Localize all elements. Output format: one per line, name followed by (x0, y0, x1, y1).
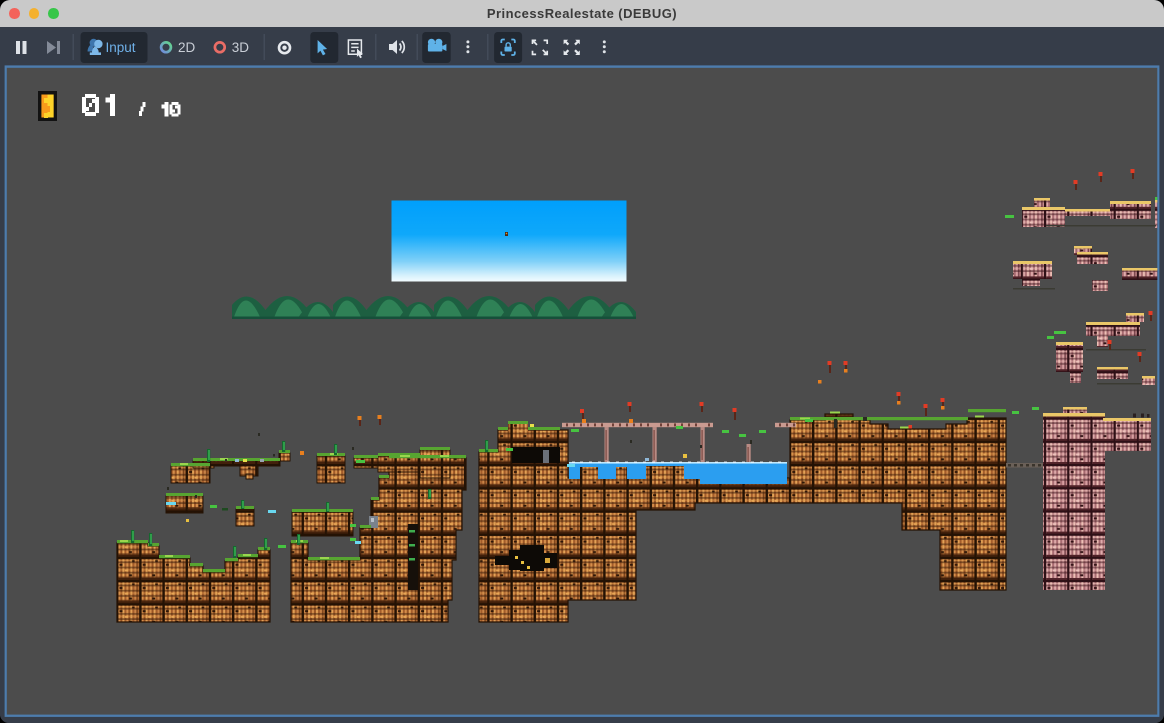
svg-text:3D: 3D (232, 40, 250, 55)
svg-text:2D: 2D (178, 40, 196, 55)
svg-text:Input: Input (106, 40, 136, 55)
